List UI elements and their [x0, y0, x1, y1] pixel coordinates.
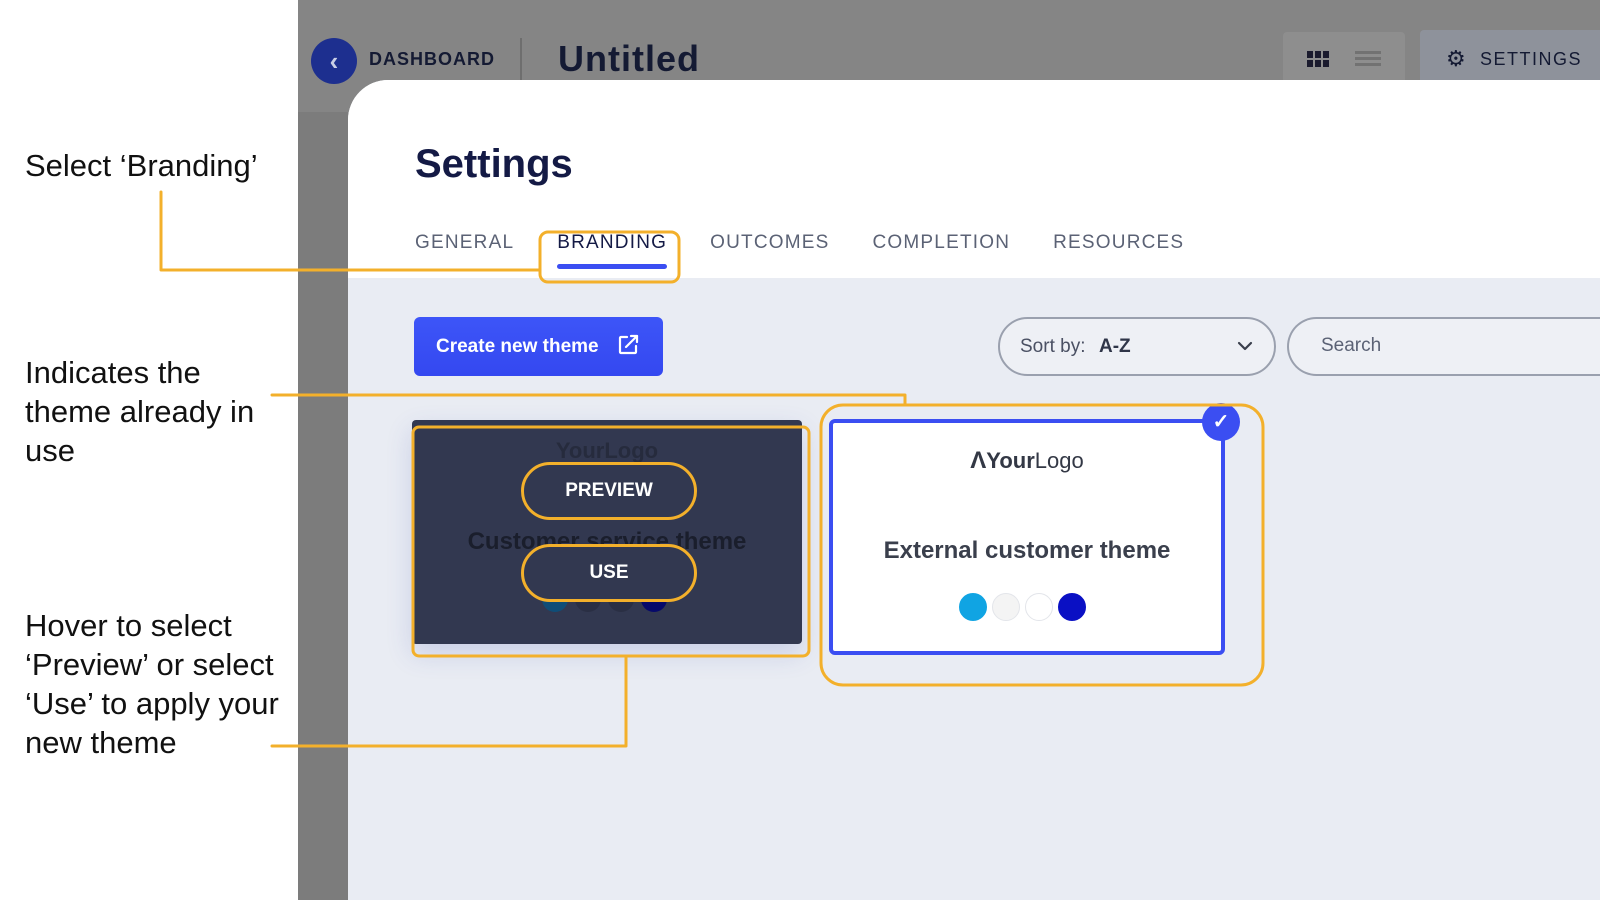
gear-icon: ⚙ [1446, 46, 1466, 71]
chevron-down-icon [1237, 341, 1253, 351]
theme-card-customer-service[interactable]: YourLogo Customer service theme PREVIEW … [412, 420, 802, 644]
theme-name: External customer theme [883, 537, 1171, 564]
tab-resources[interactable]: RESOURCES [1053, 232, 1184, 276]
list-icon[interactable] [1355, 49, 1381, 69]
settings-button[interactable]: ⚙ SETTINGS [1420, 30, 1600, 86]
sort-dropdown[interactable]: Sort by: A-Z [998, 317, 1276, 376]
create-button-label: Create new theme [436, 336, 599, 357]
sort-value: A-Z [1099, 336, 1131, 357]
settings-tabs: GENERAL BRANDING OUTCOMES COMPLETION RES… [415, 232, 1227, 276]
annotation-hover-instructions: Hover to select ‘Preview’ or select ‘Use… [25, 608, 279, 760]
theme-card-external-customer[interactable]: ΛYourLogo External customer theme [829, 419, 1225, 655]
page-title: Settings [415, 142, 573, 186]
app-sidebar [298, 112, 348, 900]
theme-logo: YourLogo [555, 438, 659, 463]
view-toggle [1283, 32, 1405, 84]
swatch [959, 593, 987, 621]
tab-completion[interactable]: COMPLETION [873, 232, 1011, 276]
annotation-select-branding: Select ‘Branding’ [25, 148, 258, 183]
search-field [1287, 317, 1600, 376]
tab-outcomes[interactable]: OUTCOMES [710, 232, 829, 276]
use-button[interactable]: USE [521, 544, 697, 602]
tab-general[interactable]: GENERAL [415, 232, 514, 276]
grid-icon[interactable] [1307, 51, 1329, 67]
settings-modal: Settings GENERAL BRANDING OUTCOMES COMPL… [348, 80, 1600, 900]
annotation-theme-in-use: Indicates the theme already in use [25, 355, 255, 468]
create-new-theme-button[interactable]: Create new theme [414, 317, 663, 376]
swatch [1058, 593, 1086, 621]
logo-text-bold: Your [986, 448, 1035, 473]
theme-logo: ΛYourLogo [833, 447, 1221, 475]
sort-label: Sort by: [1020, 336, 1086, 357]
settings-label: SETTINGS [1480, 49, 1583, 69]
swatch [1025, 593, 1053, 621]
search-input[interactable] [1321, 335, 1600, 357]
preview-button[interactable]: PREVIEW [521, 462, 697, 520]
document-title[interactable]: Untitled [558, 38, 700, 80]
tab-branding[interactable]: BRANDING [557, 232, 668, 276]
theme-swatches [959, 593, 1091, 621]
logo-mark-icon: Λ [970, 447, 987, 474]
logo-text-light: Logo [1034, 448, 1084, 473]
swatch [992, 593, 1020, 621]
checkmark-icon: ✓ [1202, 403, 1240, 441]
external-link-icon [618, 334, 639, 355]
dashboard-link[interactable]: DASHBOARD [369, 49, 495, 70]
modal-header: Settings GENERAL BRANDING OUTCOMES COMPL… [348, 80, 1600, 278]
tutorial-screenshot: Select ‘Branding’ Indicates the theme al… [0, 0, 1600, 900]
back-button[interactable]: ‹ [311, 38, 357, 84]
chevron-left-icon: ‹ [329, 45, 339, 76]
header-divider [520, 38, 522, 80]
